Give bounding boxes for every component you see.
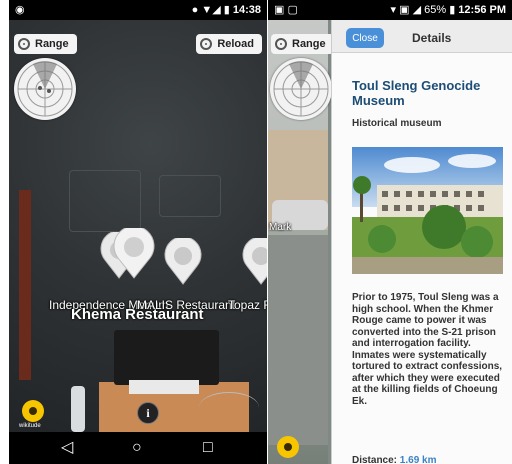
poi-marker[interactable] xyxy=(112,228,155,279)
radar[interactable] xyxy=(270,58,332,120)
range-button[interactable]: Range xyxy=(14,34,77,54)
chalkboard-doodle xyxy=(69,170,141,232)
ar-details-screen-right: ▣ ▢ ▾ ▣ ◢ 65% ▮ 12:56 PM Mark Range Clos… xyxy=(268,0,512,464)
status-battery: 65% xyxy=(424,4,447,16)
status-icons: ● ▼◢ ▮ xyxy=(191,4,233,16)
poi-label[interactable]: Topaz R xyxy=(228,298,267,312)
status-time: 14:38 xyxy=(232,4,261,16)
street xyxy=(268,235,328,445)
printer-paper xyxy=(129,380,199,394)
reload-icon xyxy=(200,38,213,50)
details-title: Details xyxy=(412,31,452,45)
reload-button[interactable]: Reload xyxy=(196,34,262,54)
notification-icons: ▣ ▢ xyxy=(274,4,298,16)
status-signal-icons: ▾ ▣ ◢ xyxy=(390,4,425,16)
radar-icon xyxy=(17,61,73,117)
cable xyxy=(199,392,259,423)
info-button[interactable]: i xyxy=(137,402,159,424)
range-icon xyxy=(275,38,287,50)
status-bar: ▣ ▢ ▾ ▣ ◢ 65% ▮ 12:56 PM xyxy=(268,0,512,20)
wikitude-logo xyxy=(22,400,44,422)
back-icon[interactable]: ◁ xyxy=(61,438,73,458)
range-button-label: Range xyxy=(35,38,69,50)
close-button[interactable]: Close xyxy=(346,28,384,48)
wikitude-logo xyxy=(277,436,299,458)
radar[interactable] xyxy=(14,58,76,120)
ar-camera-screen-left: ◉ ● ▼◢ ▮ 14:38 Range Reload Independence… xyxy=(9,0,267,464)
navigation-bar: ◁ ○ □ xyxy=(9,432,267,464)
battery-icon: ▮ xyxy=(449,4,459,16)
status-right: ● ▼◢ ▮ 14:38 xyxy=(192,3,261,16)
wikitude-label: wikitude xyxy=(19,423,41,429)
poi-description: Prior to 1975, Toul Sleng was a high sch… xyxy=(352,292,503,407)
range-icon xyxy=(18,38,30,50)
reload-button-label: Reload xyxy=(217,38,254,50)
chalkboard-doodle xyxy=(159,175,221,217)
distance-label: Distance: xyxy=(352,455,398,464)
chalkboard-drawing xyxy=(79,128,85,154)
recent-apps-icon[interactable]: □ xyxy=(203,438,213,458)
app-notification-icon: ◉ xyxy=(15,4,25,16)
distance-value: 1.69 km xyxy=(399,455,437,464)
range-button[interactable]: Range xyxy=(271,34,334,54)
poi-name: Toul Sleng Genocide Museum xyxy=(352,78,481,108)
poi-label[interactable]: Mark xyxy=(269,222,291,233)
poi-photo xyxy=(352,147,503,274)
poi-label[interactable]: MALIS Restaurant xyxy=(137,298,235,312)
status-time: 12:56 PM xyxy=(458,4,506,16)
details-panel: Close Details Toul Sleng Genocide Museum… xyxy=(331,20,512,464)
bottle xyxy=(71,386,85,432)
details-header: Close Details xyxy=(332,20,512,53)
printer xyxy=(114,330,219,385)
range-button-label: Range xyxy=(292,38,326,50)
status-bar: ◉ ● ▼◢ ▮ 14:38 xyxy=(9,0,267,20)
radar-icon xyxy=(273,61,329,117)
home-icon[interactable]: ○ xyxy=(132,438,142,458)
door-frame xyxy=(19,190,31,380)
poi-marker[interactable] xyxy=(241,238,267,285)
status-right: ▾ ▣ ◢ 65% ▮ 12:56 PM xyxy=(391,3,506,16)
poi-marker[interactable] xyxy=(163,238,203,285)
poi-type: Historical museum xyxy=(352,118,442,129)
poi-distance: Distance: 1.69 km xyxy=(352,455,437,464)
